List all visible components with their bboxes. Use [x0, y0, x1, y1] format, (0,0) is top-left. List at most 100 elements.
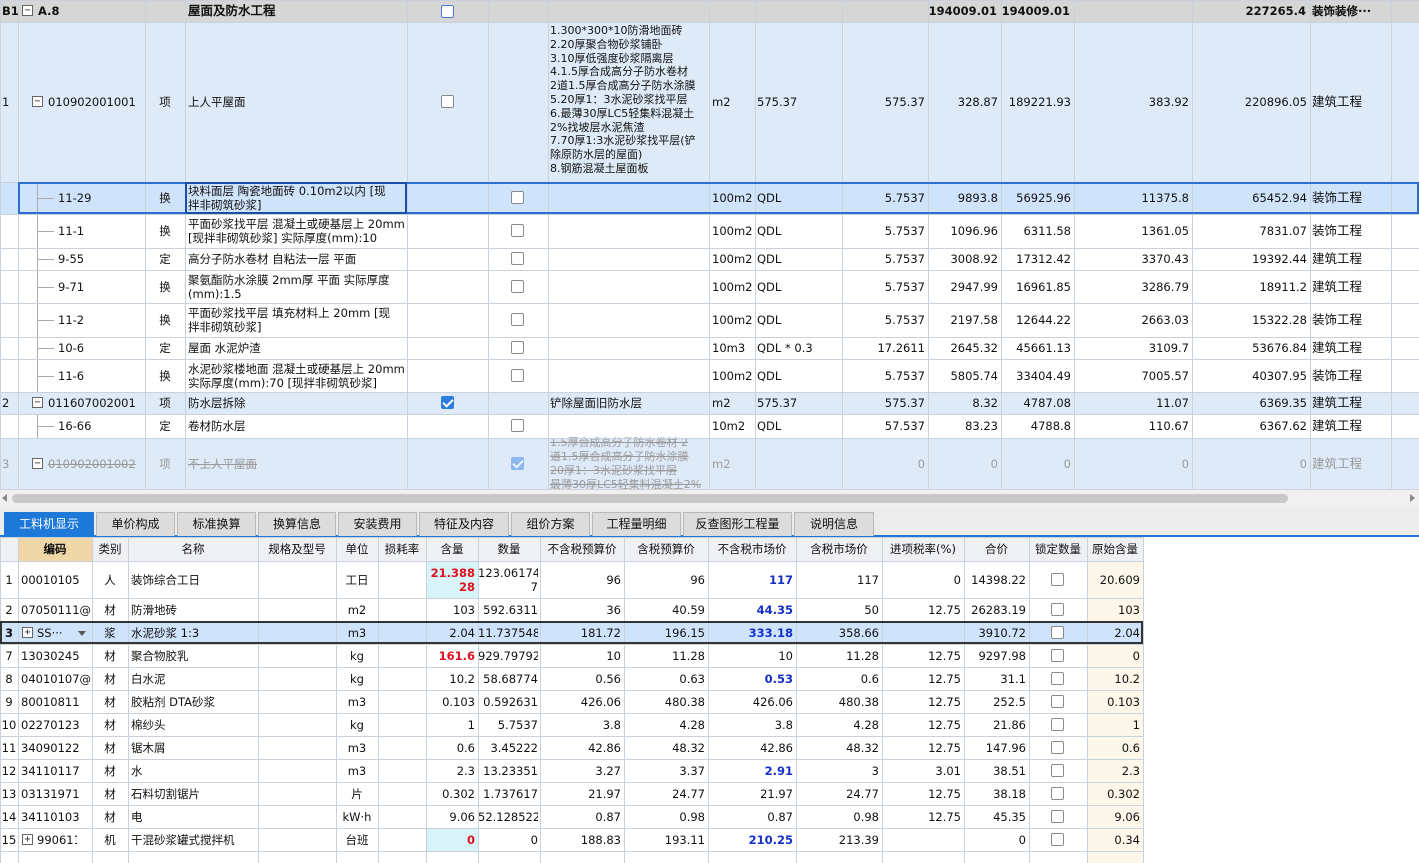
resource-row[interactable]: 15+990611···机干混砂浆罐式搅拌机台班00188.83193.1121…: [0, 828, 1143, 851]
collapse-toggle-icon[interactable]: −: [22, 5, 33, 16]
column-header-12[interactable]: 含税市场价: [796, 542, 882, 556]
resource-row[interactable]: 8 04010107@1 材白水泥 kg 10.2 58.68774 0.56 0.63 0.5…: [0, 667, 1143, 690]
column-header-5[interactable]: 单位: [336, 542, 378, 556]
column-header-3[interactable]: 名称: [128, 542, 258, 556]
resource-qty[interactable]: 1: [426, 718, 475, 732]
horizontal-scrollbar[interactable]: [0, 489, 1419, 507]
price-p4[interactable]: 117: [796, 573, 879, 587]
item-checkbox[interactable]: [441, 396, 454, 409]
column-header-4[interactable]: 规格及型号: [258, 542, 336, 556]
resource-row[interactable]: 2 07050111@1 材防滑地砖 m2 103 592.6311 36 40.59 44.3…: [0, 598, 1143, 621]
price-p4[interactable]: 480.38: [796, 695, 879, 709]
resource-row[interactable]: 16+990610···机灰浆搅拌机 200L台班0.341.956258140…: [0, 851, 1143, 863]
price-p4[interactable]: 48.32: [796, 741, 879, 755]
tab-4[interactable]: 换算信息: [258, 512, 336, 536]
resource-row[interactable]: 12 34110117 材水 m3 2.3 13.23351 3.27 3.37 2.91 3 3.…: [0, 759, 1143, 782]
price-p3[interactable]: 21.97: [708, 787, 793, 801]
resource-qty[interactable]: 21.388: [426, 566, 475, 580]
resource-qty[interactable]: 10.2: [426, 672, 475, 686]
item-checkbox[interactable]: [511, 224, 524, 237]
scroll-right-arrow-icon[interactable]: [1410, 494, 1415, 502]
resource-qty[interactable]: 0.302: [426, 787, 475, 801]
expand-toggle-icon[interactable]: +: [22, 833, 33, 845]
price-p4[interactable]: 11.28: [796, 649, 879, 663]
tab-1[interactable]: 工料机显示: [4, 512, 94, 536]
resource-qty[interactable]: 9.06: [426, 810, 475, 824]
qty-cell[interactable]: [427, 852, 478, 863]
resource-qty[interactable]: 161.6: [426, 649, 475, 663]
price-p3[interactable]: 10: [708, 649, 793, 663]
lock-qty-checkbox[interactable]: [1051, 740, 1064, 754]
resource-row[interactable]: 7 13030245 材聚合物胶乳 kg 161.6 929.79792 10 11.28 10…: [0, 644, 1143, 667]
resource-row[interactable]: 11 34090122 材锯木屑 m3 0.6 3.45222 42.86 48.32 42.8…: [0, 736, 1143, 759]
price-p4[interactable]: 4.28: [796, 718, 879, 732]
resource-row[interactable]: 14 34110103 材电 kW·h 9.06 52.128522 0.87 0.98 0.8…: [0, 805, 1143, 828]
item-checkbox[interactable]: [441, 95, 454, 108]
item-checkbox[interactable]: [511, 456, 524, 470]
resource-qty[interactable]: 0: [426, 833, 475, 847]
column-header-7[interactable]: 含量: [426, 542, 478, 556]
resource-qty[interactable]: 0.103: [426, 695, 475, 709]
lock-qty-checkbox[interactable]: [1051, 671, 1064, 685]
column-header-9[interactable]: 不含税预算价: [540, 542, 624, 556]
resource-qty[interactable]: 28: [426, 580, 475, 594]
expand-toggle-icon[interactable]: −: [32, 96, 43, 107]
tab-7[interactable]: 组价方案: [511, 512, 590, 536]
item-checkbox[interactable]: [511, 368, 524, 382]
item-checkbox[interactable]: [511, 313, 524, 326]
price-p3[interactable]: 0.87: [708, 810, 793, 824]
tab-2[interactable]: 单价构成: [96, 512, 175, 536]
column-header-11[interactable]: 不含税市场价: [708, 542, 796, 556]
lock-qty-checkbox[interactable]: [1051, 832, 1064, 846]
price-p4[interactable]: 0.6: [796, 672, 879, 686]
tab-3[interactable]: 标准换算: [177, 512, 256, 536]
tab-9[interactable]: 反查图形工程量: [683, 512, 792, 536]
price-p4[interactable]: 50: [796, 603, 879, 617]
item-checkbox[interactable]: [511, 341, 524, 354]
price-p3[interactable]: 44.35: [708, 603, 793, 617]
resource-qty[interactable]: 0.6: [426, 741, 475, 755]
resource-row[interactable]: 13 03131971 材石料切割锯片片 0.302 1.737617 21.97 24.7…: [0, 782, 1143, 805]
lock-qty-checkbox[interactable]: [1051, 809, 1064, 823]
column-header-16[interactable]: 原始含量: [1087, 542, 1143, 556]
tab-5[interactable]: 安装费用: [338, 512, 417, 536]
price-p4[interactable]: 24.77: [796, 787, 879, 801]
price-p4[interactable]: 3: [796, 764, 879, 778]
column-header-10[interactable]: 含税预算价: [624, 542, 708, 556]
column-header-6[interactable]: 损耗率: [378, 542, 426, 556]
tab-6[interactable]: 特征及内容: [419, 512, 509, 536]
price-p3[interactable]: 3.8: [708, 718, 793, 732]
price-p3[interactable]: 117: [708, 573, 793, 587]
tab-8[interactable]: 工程量明细: [592, 512, 681, 536]
item-checkbox[interactable]: [511, 252, 524, 265]
price-p3[interactable]: 2.91: [708, 764, 793, 778]
price-p3[interactable]: 426.06: [708, 695, 793, 709]
column-header-15[interactable]: 锁定数量: [1029, 542, 1087, 556]
resource-row[interactable]: 9 80010811 材胶粘剂 DTA砂浆 m3 0.103 0.592631 426.06…: [0, 690, 1143, 713]
price-p4[interactable]: 213.39: [796, 833, 879, 847]
price-p3[interactable]: 0.53: [708, 672, 793, 686]
column-header-1[interactable]: 编码: [18, 537, 92, 561]
expand-toggle-icon[interactable]: −: [32, 457, 43, 469]
lock-qty-checkbox[interactable]: [1051, 717, 1064, 731]
price-p4[interactable]: 0.98: [796, 810, 879, 824]
item-checkbox[interactable]: [511, 419, 524, 432]
column-header-2[interactable]: 类别: [92, 542, 128, 556]
item-checkbox[interactable]: [511, 279, 524, 293]
resource-qty[interactable]: 2.3: [426, 764, 475, 778]
lock-qty-checkbox[interactable]: [1051, 572, 1064, 586]
resource-qty[interactable]: 103: [426, 603, 475, 617]
resource-row[interactable]: 10 02270123 材棉纱头 kg 1 5.7537 3.8 4.28 3.8 4.28 12.…: [0, 713, 1143, 736]
section-checkbox[interactable]: [441, 5, 454, 18]
tab-10[interactable]: 说明信息: [794, 512, 874, 536]
scroll-left-arrow-icon[interactable]: [2, 494, 7, 502]
price-p3[interactable]: 210.25: [708, 833, 793, 847]
column-header-14[interactable]: 合价: [964, 542, 1029, 556]
expand-toggle-icon[interactable]: −: [32, 397, 43, 408]
lock-qty-checkbox[interactable]: [1051, 763, 1064, 777]
lock-qty-checkbox[interactable]: [1051, 694, 1064, 708]
lock-qty-checkbox[interactable]: [1051, 602, 1064, 616]
lock-qty-checkbox[interactable]: [1051, 648, 1064, 662]
resource-row[interactable]: 1 00010105 人装饰综合工日 工日 21.388 28 123.06174 7 96 96…: [0, 561, 1143, 598]
scrollbar-thumb[interactable]: [12, 494, 1288, 503]
